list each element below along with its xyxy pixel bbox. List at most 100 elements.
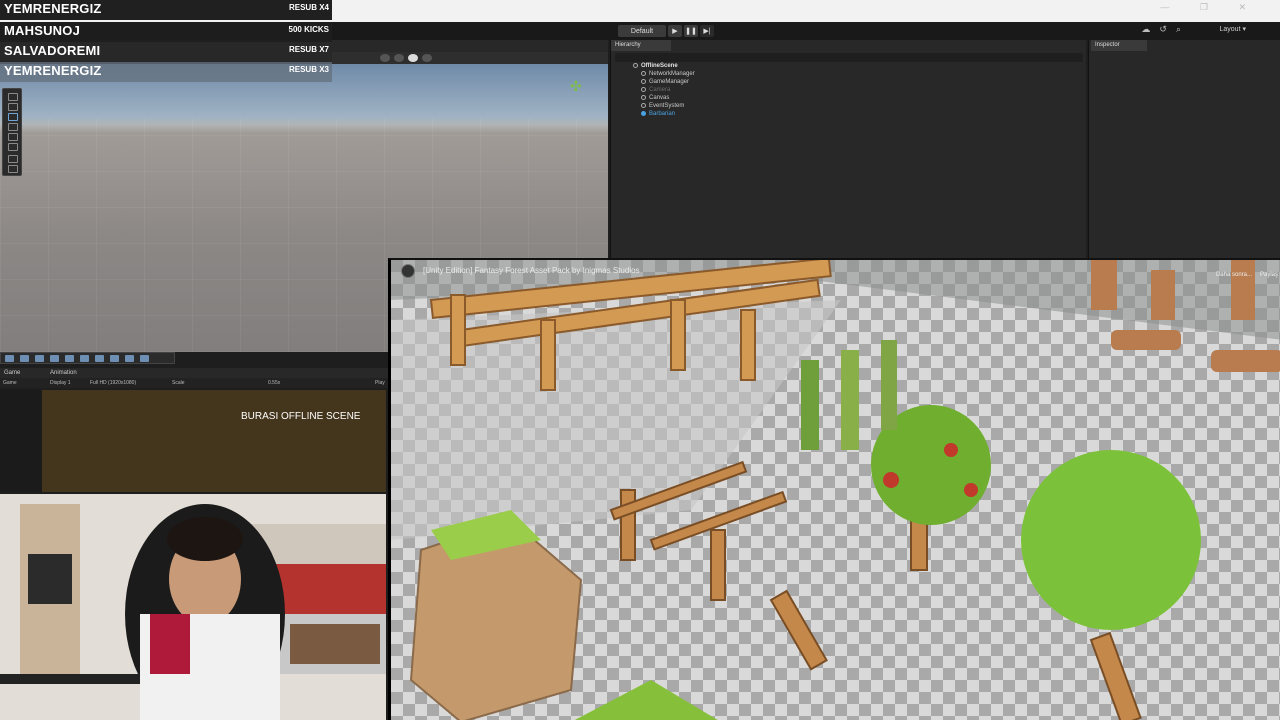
hand-tool-icon[interactable] <box>8 93 18 101</box>
tab-inspector-label: Inspector <box>1095 42 1120 48</box>
hierarchy-item-label: GameManager <box>649 79 690 86</box>
tab-inspector[interactable]: Inspector <box>1091 40 1147 51</box>
hierarchy-item-label: EventSystem <box>649 103 685 110</box>
tab-game[interactable]: Game <box>4 370 20 376</box>
share-label[interactable]: Paylaş <box>1260 272 1278 278</box>
inspector-panel: Inspector <box>1088 40 1280 258</box>
hierarchy-item-label: Barbarian <box>649 111 676 118</box>
game-mode-dropdown[interactable]: Game <box>3 380 17 386</box>
play-button[interactable]: ▶ <box>668 25 682 37</box>
move-tool-icon[interactable] <box>8 103 18 111</box>
overlay-username: YEMRENERGIZ <box>4 63 102 78</box>
overlay-tool-icon[interactable] <box>80 354 89 362</box>
scene-overlay-bar[interactable] <box>0 352 175 364</box>
pause-button[interactable]: ❚❚ <box>684 25 698 37</box>
toolbar-icons[interactable]: ☁↺⌕ <box>1141 24 1190 35</box>
rect-tool-icon[interactable] <box>8 133 18 141</box>
custom-tool-icon[interactable] <box>8 155 18 163</box>
overlay-username: YEMRENERGIZ <box>4 1 102 16</box>
play-icon: ▶ <box>672 28 678 35</box>
wireframe-icon[interactable] <box>394 54 404 62</box>
gameobject-icon <box>641 95 646 100</box>
overlay-username: MAHSUNOJ <box>4 23 80 38</box>
gameobject-icon <box>641 103 646 108</box>
scene-icon <box>633 63 638 68</box>
shading-icon[interactable] <box>380 54 390 62</box>
rotate-tool-icon[interactable] <box>8 113 18 121</box>
hierarchy-item-label: Canvas <box>649 95 670 102</box>
overlay-tool-icon[interactable] <box>140 354 149 362</box>
overlay-tool-icon[interactable] <box>50 354 59 362</box>
game-view[interactable] <box>42 390 386 492</box>
hierarchy-item[interactable]: EventSystem <box>641 103 684 109</box>
overlay-tool-icon[interactable] <box>20 354 29 362</box>
scene-tools-panel <box>2 88 22 176</box>
video-frame <box>391 260 1280 720</box>
hierarchy-panel: Hierarchy OfflineScene NetworkManager Ga… <box>610 40 1086 258</box>
overlay-event: RESUB X4 <box>288 3 329 12</box>
layout-dropdown-label: Layout <box>1219 26 1241 33</box>
channel-avatar-icon[interactable] <box>401 264 415 278</box>
overlay-tool-icon[interactable] <box>110 354 119 362</box>
gameobject-icon <box>641 79 646 84</box>
overlay-row: MAHSUNOJ 500 KICKS <box>0 22 332 42</box>
2d-icon[interactable] <box>422 54 432 62</box>
display-dropdown[interactable]: Display 1 <box>50 380 71 386</box>
overlay-tool-icon[interactable] <box>5 354 14 362</box>
overlay-row: YEMRENERGIZ RESUB X4 <box>0 0 332 20</box>
hierarchy-item[interactable]: NetworkManager <box>641 71 695 77</box>
scale-tool-icon[interactable] <box>8 123 18 131</box>
video-title[interactable]: [Unity Edition] Fantasy Forest Asset Pac… <box>423 266 640 275</box>
game-toolbar: Game Display 1 Full HD (1920x1080) Scale… <box>0 378 388 388</box>
overlay-row: SALVADOREMI RESUB X7 <box>0 42 332 62</box>
gameobject-icon <box>641 71 646 76</box>
history-icon[interactable]: ↺ <box>1159 24 1176 34</box>
scale-value: 0.55x <box>268 380 281 386</box>
hierarchy-item[interactable]: Barbarian <box>641 111 675 117</box>
gameobject-icon <box>641 87 646 92</box>
layout-mode-dropdown[interactable]: Default <box>618 25 666 37</box>
overlay-row: YEMRENERGIZ RESUB X3 <box>0 62 332 82</box>
step-icon: ▶| <box>703 28 711 35</box>
lit-icon[interactable] <box>408 54 418 62</box>
play-focused-dropdown[interactable]: Play <box>375 380 385 386</box>
pause-icon: ❚❚ <box>685 28 697 35</box>
game-scene-text: BURASI OFFLINE SCENE <box>241 411 361 422</box>
overlay-event: RESUB X3 <box>288 65 329 74</box>
step-button[interactable]: ▶| <box>700 25 714 37</box>
watch-later-label[interactable]: Daha sonra... <box>1216 272 1252 278</box>
asset-video[interactable]: [Unity Edition] Fantasy Forest Asset Pac… <box>388 258 1280 720</box>
layout-dropdown[interactable]: Layout ▾ <box>1220 25 1247 33</box>
overlay-tool-icon[interactable] <box>35 354 44 362</box>
transform-tool-icon[interactable] <box>8 143 18 151</box>
overlay-tool-icon[interactable] <box>95 354 104 362</box>
tab-animation[interactable]: Animation <box>50 370 77 376</box>
webcam-image <box>0 494 386 720</box>
webcam-feed <box>0 494 386 720</box>
overlay-tool-icon[interactable] <box>65 354 74 362</box>
hierarchy-item[interactable]: Camera <box>641 87 670 93</box>
game-tabs: Game Animation <box>0 368 388 378</box>
hierarchy-item[interactable]: Canvas <box>641 95 669 101</box>
hierarchy-item-label: Camera <box>649 87 671 94</box>
hierarchy-item[interactable]: GameManager <box>641 79 689 85</box>
window-controls[interactable]: — ❐ ✕ <box>1160 2 1260 13</box>
hierarchy-item-label: NetworkManager <box>649 71 695 78</box>
overlay-tool-icon[interactable] <box>125 354 134 362</box>
search-icon[interactable]: ⌕ <box>1176 24 1190 34</box>
hierarchy-item[interactable]: OfflineScene <box>633 63 678 69</box>
scale-label: Scale <box>172 380 185 386</box>
overlay-event: 500 KICKS <box>288 25 329 34</box>
hierarchy-search-input[interactable] <box>615 53 1083 62</box>
resolution-dropdown[interactable]: Full HD (1920x1080) <box>90 380 136 386</box>
game-letterbox <box>0 390 42 492</box>
tab-hierarchy-label: Hierarchy <box>615 42 641 48</box>
scene-gizmo-icon[interactable]: ✣ <box>570 78 582 95</box>
layout-mode-label: Default <box>630 27 654 35</box>
overlay-username: SALVADOREMI <box>4 43 101 58</box>
tab-hierarchy[interactable]: Hierarchy <box>611 40 671 51</box>
prefab-icon <box>641 111 646 116</box>
view-tool-icon[interactable] <box>8 165 18 173</box>
cloud-icon[interactable]: ☁ <box>1141 24 1159 34</box>
scene-toolbar-buttons[interactable] <box>380 54 432 62</box>
